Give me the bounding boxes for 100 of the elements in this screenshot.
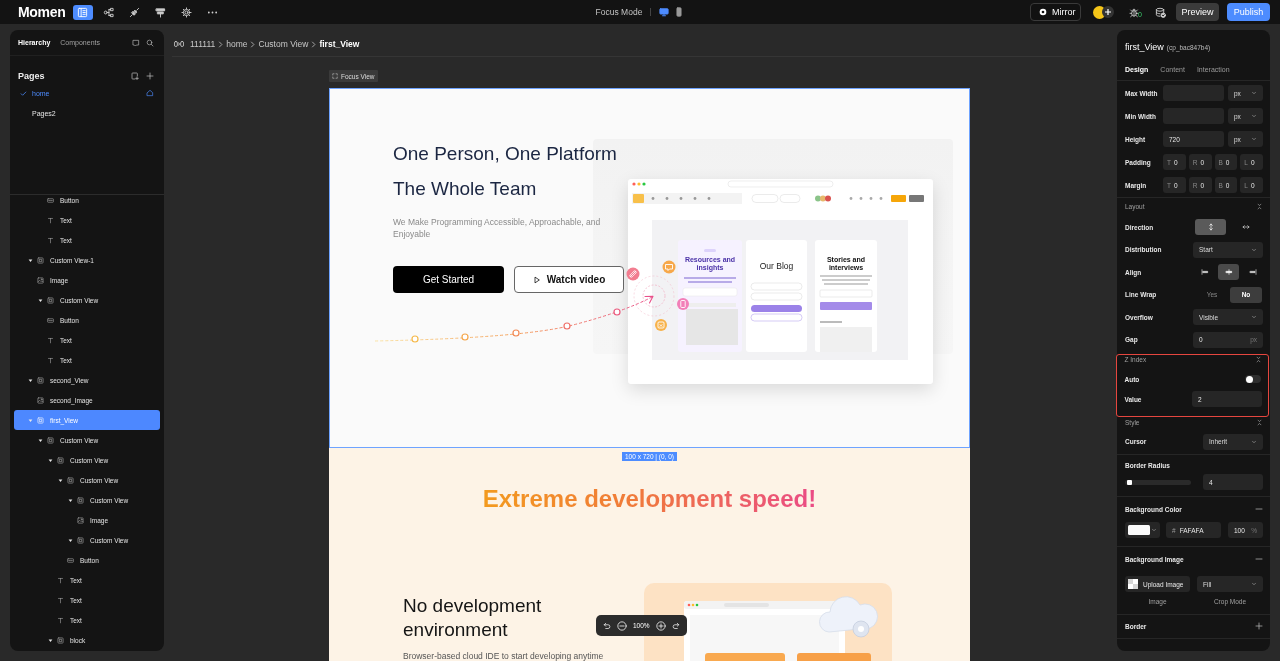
caret-icon[interactable] <box>37 297 43 303</box>
app-logo[interactable]: Momen <box>18 4 66 20</box>
card-title: Our Blog <box>758 261 795 271</box>
image-icon <box>76 516 84 524</box>
frame-icon <box>76 536 84 544</box>
slider-track[interactable] <box>1125 479 1191 485</box>
text-type-icon <box>46 236 54 244</box>
undo-icon[interactable] <box>602 621 611 630</box>
plus-icon[interactable] <box>1255 622 1263 630</box>
chevron-down-icon <box>1251 136 1257 142</box>
caret-icon[interactable] <box>27 257 33 263</box>
collapse-icon[interactable] <box>1255 355 1262 363</box>
curve-dot <box>512 329 520 337</box>
hero-title: One Person, One Platform <box>393 142 617 166</box>
comment-icon[interactable] <box>132 38 140 47</box>
color-swatch-icon <box>1128 525 1150 535</box>
phone-icon[interactable] <box>674 7 685 17</box>
toggle-switch[interactable] <box>1245 375 1261 383</box>
breadcrumb-link[interactable]: 111111 <box>190 39 216 49</box>
bug-icon[interactable] <box>1129 6 1140 18</box>
section-title: Pages <box>18 71 45 81</box>
caret-icon[interactable] <box>47 457 53 463</box>
collapse-icon[interactable] <box>1256 419 1263 426</box>
phone-icon <box>677 298 689 310</box>
curve-dot <box>563 322 571 330</box>
focus-mode-button[interactable]: Focus Mode <box>595 7 643 17</box>
tool-button[interactable] <box>72 4 93 20</box>
slider-thumb[interactable] <box>1126 479 1132 485</box>
flow-icon <box>103 6 114 18</box>
search-icon[interactable] <box>146 38 154 47</box>
text-type-icon <box>56 576 64 584</box>
zoom-out-icon[interactable] <box>617 620 627 631</box>
image-icon <box>36 276 44 284</box>
frame-icon <box>36 376 44 384</box>
plug-icon <box>129 6 140 18</box>
caret-icon[interactable] <box>67 497 73 503</box>
transparency-icon <box>1128 579 1138 589</box>
collapse-icon[interactable] <box>1256 202 1263 210</box>
bars-icon <box>155 6 166 18</box>
curve-dot <box>461 333 469 341</box>
chevron-down-icon <box>1251 113 1257 119</box>
vertical-arrows-icon <box>1206 223 1215 231</box>
feature-description: Browser-based cloud IDE to start developing anytime <box>403 652 604 661</box>
mirror-button[interactable]: Mirror <box>1030 3 1082 21</box>
zoom-in-icon[interactable] <box>655 620 666 631</box>
frame-icon <box>36 416 44 424</box>
frame-icon <box>46 436 54 444</box>
caret-icon[interactable] <box>67 537 73 543</box>
database-icon[interactable] <box>1155 6 1166 18</box>
frame-icon <box>46 296 54 304</box>
chat-icon <box>662 260 676 274</box>
align-option[interactable] <box>1218 264 1239 280</box>
chevron-icon <box>250 40 256 48</box>
breadcrumb-link[interactable]: Custom View <box>258 39 309 49</box>
primary-button[interactable]: Get Started <box>393 266 504 293</box>
chevron-down-icon <box>1251 314 1257 320</box>
redo-icon[interactable] <box>671 621 681 630</box>
image-icon <box>36 396 44 404</box>
add-user-icon[interactable] <box>1102 6 1115 18</box>
breadcrumb-current[interactable]: first_View <box>319 39 360 49</box>
button-icon <box>46 316 54 324</box>
breadcrumb-link[interactable]: home <box>226 39 248 49</box>
settings-icon <box>181 6 192 18</box>
text-type-icon <box>46 356 54 364</box>
frame-icon <box>655 319 667 331</box>
element-name: first_View <box>1125 42 1164 52</box>
caret-icon[interactable] <box>37 437 43 443</box>
chevron-down-icon <box>1251 246 1257 253</box>
frame-icon <box>56 456 64 464</box>
video-button[interactable]: Watch video <box>514 266 624 293</box>
plus-icon[interactable] <box>146 72 154 80</box>
desktop-icon[interactable] <box>659 7 670 17</box>
curve-dot <box>613 308 621 316</box>
align-left-icon <box>1200 268 1209 276</box>
button-icon <box>46 196 54 204</box>
chevron-down-icon <box>1251 90 1257 96</box>
text-type-icon <box>56 616 64 624</box>
feature-title: No development environment <box>403 594 543 642</box>
text-type-icon <box>56 596 64 604</box>
hero-subtitle: We Make Programming Accessible, Approachable, and Enjoyable <box>393 216 602 240</box>
caret-icon[interactable] <box>57 477 63 483</box>
preview-button[interactable]: Preview <box>1176 3 1219 21</box>
frame-icon <box>36 256 44 264</box>
add-page-icon[interactable] <box>131 72 139 80</box>
text-type-icon <box>46 336 54 344</box>
chevron-icon <box>311 40 317 48</box>
dashed-ring <box>633 275 675 317</box>
horizontal-arrows-icon <box>1241 223 1250 231</box>
chevron-icon <box>218 40 224 48</box>
button-icon <box>66 556 74 564</box>
direction-option[interactable] <box>1195 219 1226 235</box>
caret-icon[interactable] <box>27 377 33 383</box>
caret-icon[interactable] <box>47 637 53 643</box>
check-icon <box>20 89 27 97</box>
curve-dot <box>411 335 419 343</box>
hero-title: The Whole Team <box>393 177 537 201</box>
record-icon <box>1039 8 1048 16</box>
frame-icon <box>66 476 74 484</box>
chevron-down-icon <box>1151 527 1157 533</box>
color-dropdown[interactable] <box>1125 522 1160 538</box>
